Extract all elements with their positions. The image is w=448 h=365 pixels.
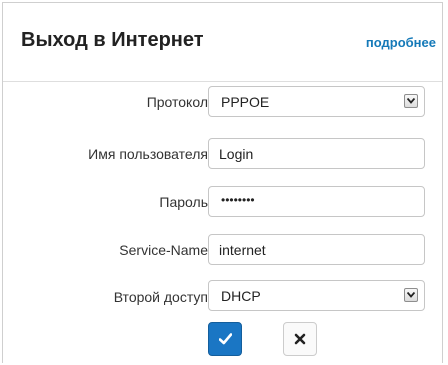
- service-name-label: Service-Name: [119, 242, 208, 258]
- apply-button[interactable]: [208, 322, 242, 356]
- secondary-access-select[interactable]: DHCP: [208, 280, 425, 311]
- username-field[interactable]: [208, 138, 425, 169]
- secondary-access-label: Второй доступ: [113, 289, 208, 305]
- protocol-select[interactable]: PPPOE: [208, 86, 425, 117]
- more-details-link[interactable]: подробнее: [366, 35, 436, 50]
- protocol-selected-value: PPPOE: [221, 94, 270, 110]
- checkmark-icon: [219, 333, 232, 345]
- service-name-field[interactable]: [208, 234, 425, 265]
- secondary-access-selected-value: DHCP: [221, 288, 261, 304]
- password-field[interactable]: ••••••••: [208, 186, 425, 217]
- protocol-label: Протокол: [146, 94, 208, 110]
- page-title: Выход в Интернет: [21, 29, 204, 51]
- close-icon: [294, 333, 306, 345]
- chevron-down-icon: [404, 288, 418, 302]
- username-label: Имя пользователя: [88, 146, 208, 162]
- cancel-button[interactable]: [283, 322, 317, 356]
- password-label: Пароль: [159, 194, 208, 210]
- password-masked-value: ••••••••: [221, 193, 255, 207]
- chevron-down-icon: [404, 94, 418, 108]
- panel-header: Выход в Интернет подробнее: [3, 3, 442, 82]
